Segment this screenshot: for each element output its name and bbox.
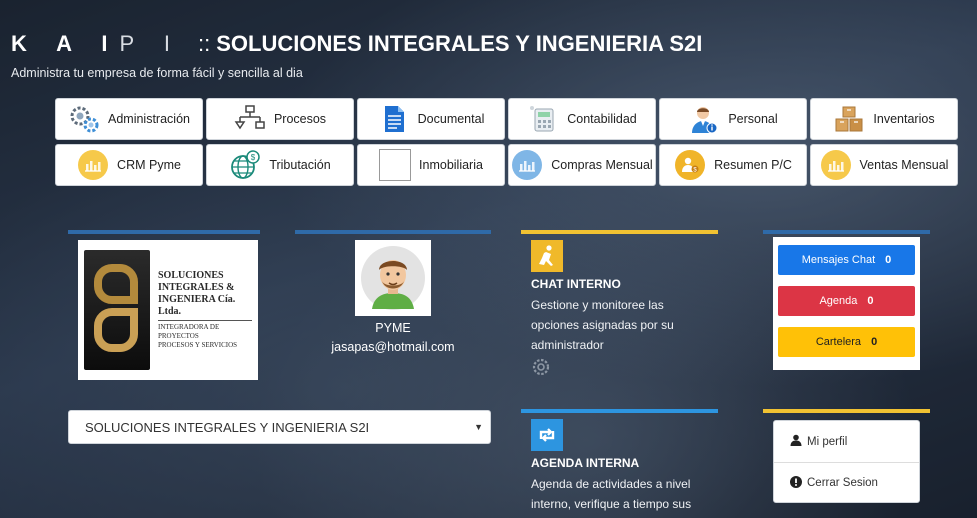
gears-icon xyxy=(68,103,100,135)
logout-link[interactable]: Cerrar Sesion xyxy=(774,462,919,503)
company-logo-line: INGENIERA Cía. Ltda. xyxy=(158,294,236,317)
menu-resumen-pc[interactable]: $ Resumen P/C xyxy=(659,144,807,186)
exclamation-circle-icon xyxy=(790,475,802,491)
menu-label: Ventas Mensual xyxy=(859,158,949,172)
chat-interno-panel[interactable]: CHAT INTERNO Gestione y monitoree las op… xyxy=(531,240,706,382)
notifications-panel: Mensajes Chat 0 Agenda 0 Cartelera 0 xyxy=(773,237,920,370)
menu-documental[interactable]: Documental xyxy=(357,98,505,140)
menu-tributacion[interactable]: $ Tributación xyxy=(206,144,354,186)
menu-inventarios[interactable]: Inventarios xyxy=(810,98,958,140)
menu-inmobiliaria[interactable]: Inmobiliaria xyxy=(357,144,505,186)
brand-logo-thin: P I xyxy=(119,31,182,56)
chat-interno-description: Gestione y monitoree las opciones asigna… xyxy=(531,298,674,352)
menu-compras-mensual[interactable]: Compras Mensual xyxy=(508,144,656,186)
agenda-interna-title: AGENDA INTERNA xyxy=(531,456,640,470)
bar-chart-blue-icon xyxy=(511,149,543,181)
menu-procesos[interactable]: Procesos xyxy=(206,98,354,140)
avatar[interactable] xyxy=(355,240,431,316)
agenda-interna-panel[interactable]: AGENDA INTERNA Agenda de actividades a n… xyxy=(531,419,706,514)
count-badge: 0 xyxy=(885,254,892,266)
menu-label: Resumen P/C xyxy=(714,158,792,172)
employee-icon xyxy=(688,103,720,135)
app-brand[interactable]: K A I P I :: SOLUCIONES INTEGRALES Y ING… xyxy=(11,31,702,57)
menu-label: Tributación xyxy=(269,158,331,172)
mensajes-chat-button[interactable]: Mensajes Chat 0 xyxy=(778,245,915,275)
button-label: Cartelera xyxy=(815,336,862,348)
my-profile-label: Mi perfil xyxy=(807,435,848,448)
retweet-icon xyxy=(531,419,563,451)
menu-label: Contabilidad xyxy=(567,112,637,126)
menu-crm-pyme[interactable]: CRM Pyme xyxy=(55,144,203,186)
company-logo: SOLUCIONES INTEGRALES & INGENIERA Cía. L… xyxy=(78,240,258,380)
calculator-icon xyxy=(527,103,559,135)
module-menu: Administración Procesos Documental Conta… xyxy=(55,98,958,186)
menu-label: Personal xyxy=(728,112,778,126)
company-logo-mark xyxy=(84,250,150,370)
panel-accent-bar xyxy=(295,230,491,234)
menu-label: Documental xyxy=(417,112,485,126)
chat-interno-title: CHAT INTERNO xyxy=(531,277,621,291)
menu-personal[interactable]: Personal xyxy=(659,98,807,140)
brand-logo-bold: K A I xyxy=(11,31,120,56)
gear-icon[interactable] xyxy=(531,357,706,382)
company-logo-tagline: INTEGRADORA DE PROYECTOS xyxy=(158,323,220,340)
chevron-down-icon: ▼ xyxy=(474,422,483,432)
count-badge: 0 xyxy=(867,295,874,307)
brand-separator: :: xyxy=(198,31,211,56)
panel-accent-bar xyxy=(763,230,930,234)
menu-administracion[interactable]: Administración xyxy=(55,98,203,140)
company-logo-tagline: PROCESOS Y SERVICIOS xyxy=(158,341,238,349)
menu-label: Compras Mensual xyxy=(551,158,653,172)
bar-chart-icon xyxy=(820,149,852,181)
user-role: PYME xyxy=(375,321,411,335)
button-label: Mensajes Chat xyxy=(801,254,876,266)
panel-accent-bar xyxy=(763,409,930,413)
menu-label: Inventarios xyxy=(873,112,935,126)
company-select[interactable]: SOLUCIONES INTEGRALES Y INGENIERIA S2I ▼ xyxy=(68,410,491,444)
flowchart-icon xyxy=(234,103,266,135)
company-title: SOLUCIONES INTEGRALES Y INGENIERIA S2I xyxy=(216,31,703,56)
menu-contabilidad[interactable]: Contabilidad xyxy=(508,98,656,140)
boxes-icon xyxy=(833,103,865,135)
user-card: PYME jasapas@hotmail.com xyxy=(295,240,491,354)
panel-accent-bar xyxy=(521,230,718,234)
svg-text:$: $ xyxy=(251,153,256,162)
running-person-icon xyxy=(531,240,563,272)
menu-label: Administración xyxy=(108,112,190,126)
agenda-button[interactable]: Agenda 0 xyxy=(778,286,915,316)
user-icon xyxy=(790,434,802,449)
panel-accent-bar xyxy=(521,409,718,413)
menu-ventas-mensual[interactable]: Ventas Mensual xyxy=(810,144,958,186)
user-money-icon: $ xyxy=(674,149,706,181)
broken-image-icon xyxy=(379,149,412,181)
my-profile-link[interactable]: Mi perfil xyxy=(774,421,919,462)
company-logo-line: SOLUCIONES xyxy=(158,270,224,281)
agenda-interna-description: Agenda de actividades a nivel interno, v… xyxy=(531,477,692,511)
count-badge: 0 xyxy=(871,336,878,348)
menu-label: Procesos xyxy=(273,112,327,126)
user-email: jasapas@hotmail.com xyxy=(331,340,455,354)
button-label: Agenda xyxy=(819,295,858,307)
document-icon xyxy=(378,103,410,135)
cartelera-button[interactable]: Cartelera 0 xyxy=(778,327,915,357)
app-subtitle: Administra tu empresa de forma fácil y s… xyxy=(11,66,303,80)
bar-chart-icon xyxy=(77,149,109,181)
globe-money-icon: $ xyxy=(229,149,261,181)
menu-label: CRM Pyme xyxy=(117,158,181,172)
profile-menu: Mi perfil Cerrar Sesion xyxy=(773,420,920,503)
panel-accent-bar xyxy=(68,230,260,234)
company-select-value: SOLUCIONES INTEGRALES Y INGENIERIA S2I xyxy=(85,419,370,435)
logout-label: Cerrar Sesion xyxy=(807,477,878,489)
menu-label: Inmobiliaria xyxy=(419,158,483,172)
company-logo-line: INTEGRALES & xyxy=(158,282,235,293)
